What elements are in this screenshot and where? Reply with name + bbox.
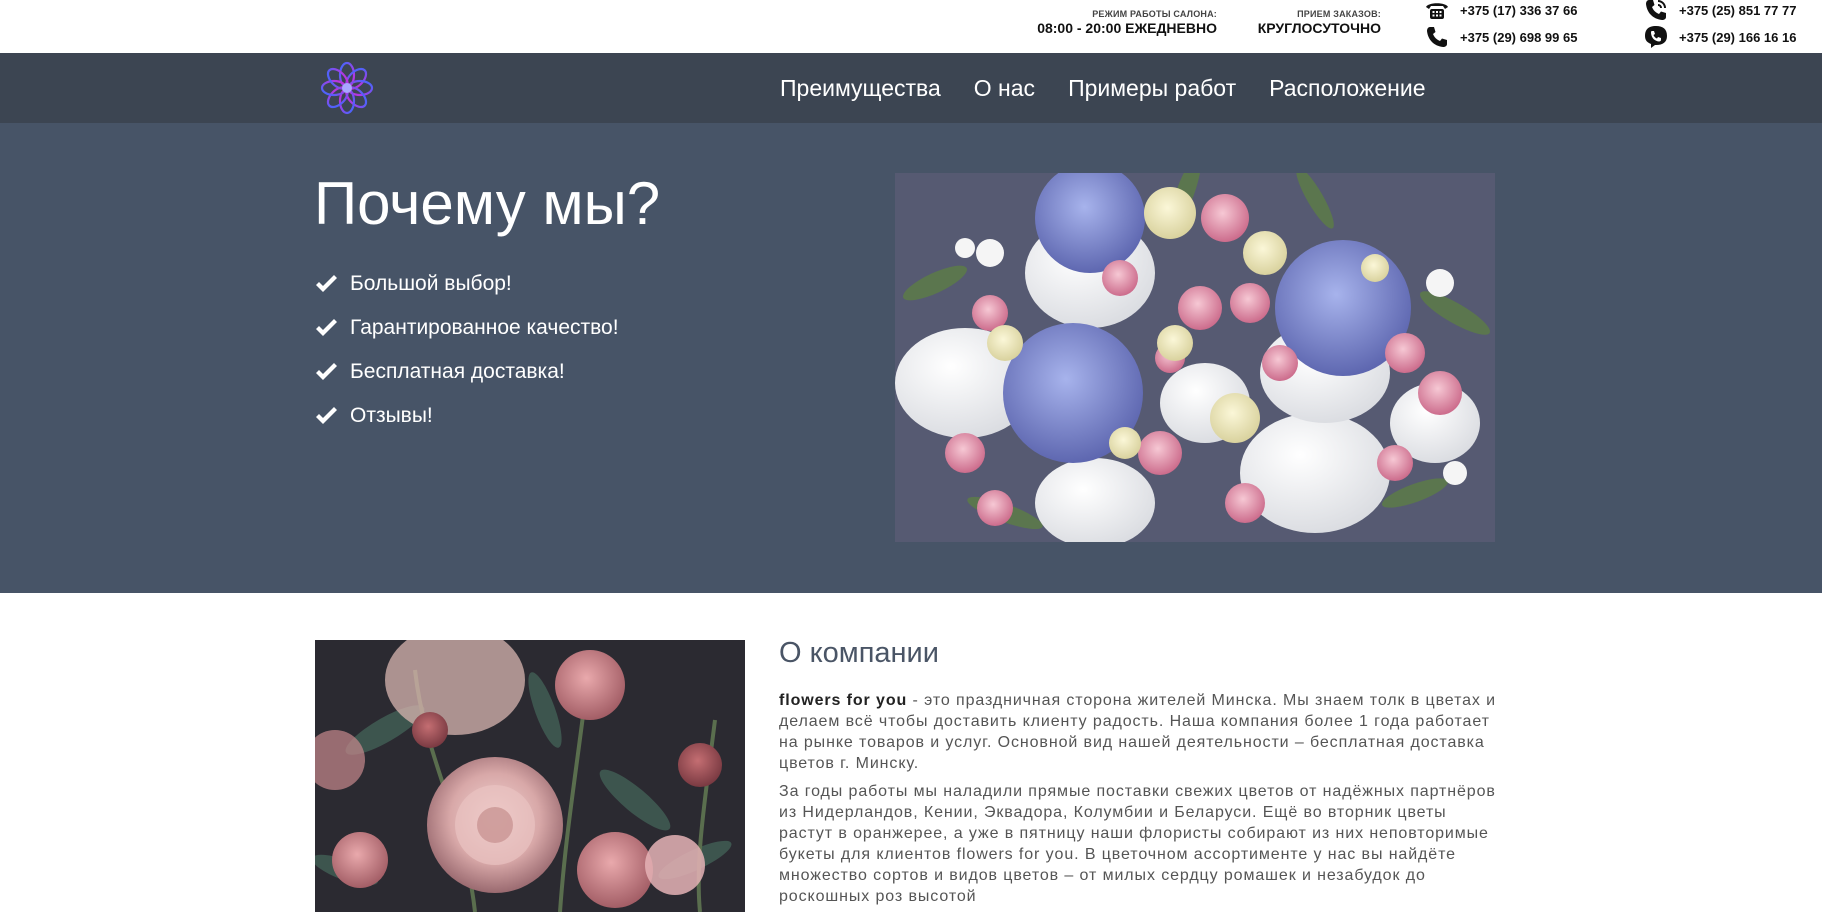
check-icon [316, 407, 337, 424]
about-paragraph-2: За годы работы мы наладили прямые постав… [779, 783, 1496, 905]
nav-item-works[interactable]: Примеры работ [1068, 75, 1236, 102]
flower-logo-icon[interactable] [318, 59, 376, 117]
top-info-bar: РЕЖИМ РАБОТЫ САЛОНА: 08:00 - 20:00 ЕЖЕДН… [0, 0, 1822, 53]
phone-number: +375 (29) 698 99 65 [1460, 29, 1578, 45]
salon-hours-label: РЕЖИМ РАБОТЫ САЛОНА: [1092, 9, 1217, 19]
list-item: Большой выбор! [314, 269, 619, 299]
list-item: Бесплатная доставка! [314, 357, 619, 387]
bullet-text: Большой выбор! [350, 272, 512, 295]
advantages-list: Большой выбор! Гарантированное качество!… [314, 269, 619, 445]
salon-hours: РЕЖИМ РАБОТЫ САЛОНА: 08:00 - 20:00 ЕЖЕДН… [1030, 9, 1217, 36]
phone-mobile-2[interactable]: +375 (25) 851 77 77 [1643, 0, 1796, 23]
nav-menu: Преимущества О нас Примеры работ Располо… [780, 53, 1425, 123]
nav-item-about[interactable]: О нас [974, 75, 1035, 102]
nav-item-location[interactable]: Расположение [1269, 75, 1425, 102]
order-hours: ПРИЕМ ЗАКАЗОВ: КРУГЛОСУТОЧНО [1250, 9, 1381, 36]
phone-mobile-1[interactable]: +375 (29) 698 99 65 [1424, 24, 1577, 50]
check-icon [316, 363, 337, 380]
phone-number: +375 (17) 336 37 66 [1460, 2, 1578, 18]
phone-viber[interactable]: +375 (29) 166 16 16 [1643, 24, 1796, 50]
main-navbar: Преимущества О нас Примеры работ Располо… [0, 53, 1822, 123]
why-us-title: Почему мы? [314, 170, 661, 237]
bullet-text: Отзывы! [350, 404, 433, 427]
brand-name: flowers for you [779, 692, 908, 709]
list-item: Отзывы! [314, 401, 619, 431]
list-item: Гарантированное качество! [314, 313, 619, 343]
order-hours-label: ПРИЕМ ЗАКАЗОВ: [1297, 9, 1381, 19]
salon-hours-value: 08:00 - 20:00 ЕЖЕДНЕВНО [1037, 20, 1217, 36]
phone-handset-icon [1424, 24, 1450, 50]
about-company-title: О компании [779, 637, 939, 669]
phone-number: +375 (25) 851 77 77 [1679, 2, 1797, 18]
bullet-text: Бесплатная доставка! [350, 360, 565, 383]
nav-item-advantages[interactable]: Преимущества [780, 75, 941, 102]
phone-call-icon [1643, 0, 1669, 23]
check-icon [316, 275, 337, 292]
about-company-text: flowers for you - это праздничная сторон… [779, 690, 1499, 912]
phone-landline[interactable]: +375 (17) 336 37 66 [1424, 0, 1577, 23]
why-us-section: Почему мы? Большой выбор! Гарантированно… [0, 123, 1822, 593]
check-icon [316, 319, 337, 336]
phone-number: +375 (29) 166 16 16 [1679, 29, 1797, 45]
flower-bouquet-photo [895, 173, 1495, 542]
viber-icon [1643, 24, 1669, 50]
landline-phone-icon [1424, 0, 1450, 23]
about-paragraph-1: flowers for you - это праздничная сторон… [779, 690, 1499, 774]
peony-roses-photo [315, 640, 745, 912]
order-hours-value: КРУГЛОСУТОЧНО [1257, 20, 1381, 36]
bullet-text: Гарантированное качество! [350, 316, 619, 339]
